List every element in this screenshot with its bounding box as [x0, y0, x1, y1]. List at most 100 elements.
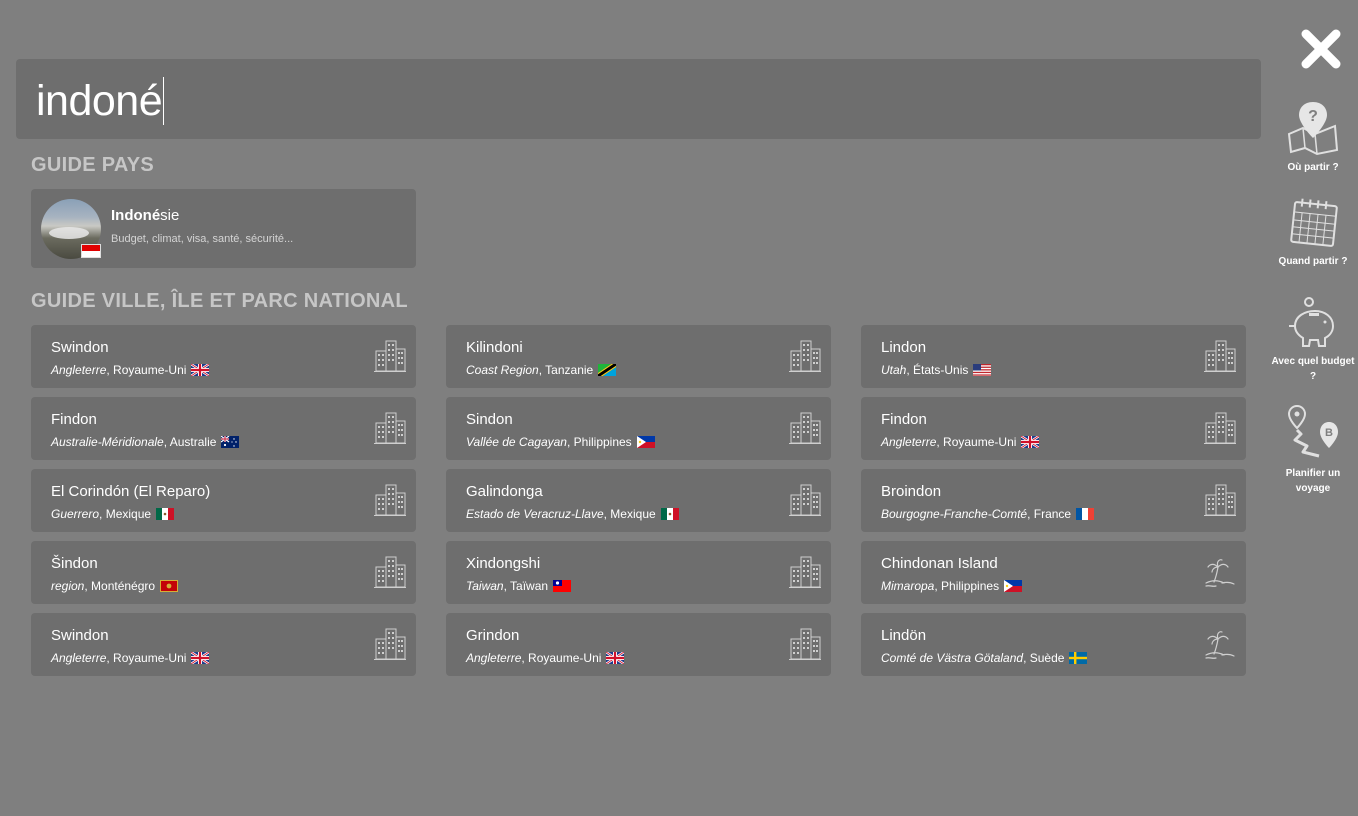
flag-uk-icon	[190, 363, 211, 377]
city-result-card[interactable]: Swindon Angleterre, Royaume-Uni	[31, 613, 416, 676]
city-location: Comté de Västra Götaland, Suède	[881, 651, 1088, 665]
city-buildings-icon	[1204, 411, 1236, 445]
city-location: Vallée de Cagayan, Philippines	[466, 435, 655, 449]
city-country: , Philippines	[934, 579, 1000, 593]
city-buildings-icon	[789, 339, 821, 373]
city-name: Swindon	[51, 339, 109, 356]
city-location: Taiwan, Taïwan	[466, 579, 572, 593]
city-country: , Royaume-Uni	[106, 363, 187, 377]
flag-taiwan-icon	[553, 580, 572, 592]
city-buildings-icon	[374, 627, 406, 661]
city-region: Taiwan	[466, 579, 504, 593]
city-location: Mimaropa, Philippines	[881, 579, 1023, 593]
sidebar-label: Quand partir ?	[1278, 256, 1348, 267]
city-buildings-icon	[789, 627, 821, 661]
city-buildings-icon	[789, 411, 821, 445]
flag-australia-icon	[221, 435, 240, 448]
sidebar-label: Avec quel budget ?	[1271, 356, 1355, 382]
city-result-card[interactable]: Findon Angleterre, Royaume-Uni	[861, 397, 1246, 460]
city-result-card[interactable]: Xindongshi Taiwan, Taïwan	[446, 541, 831, 604]
search-box[interactable]: indoné	[16, 59, 1261, 139]
flag-usa-icon	[973, 364, 992, 376]
sidebar-item-planifier[interactable]: B Planifier un voyage	[1268, 404, 1358, 496]
city-region: region	[51, 579, 85, 593]
city-result-card[interactable]: Broindon Bourgogne-Franche-Comté, France	[861, 469, 1246, 532]
city-location: Australie-Méridionale, Australie	[51, 435, 240, 449]
country-name-match: Indoné	[111, 207, 161, 224]
city-location: Angleterre, Royaume-Uni	[466, 651, 626, 665]
flag-mexico-icon	[660, 508, 679, 520]
island-palm-icon	[1204, 555, 1236, 589]
city-location: Utah, États-Unis	[881, 363, 992, 377]
sidebar-item-ou-partir[interactable]: ? Où partir ?	[1268, 100, 1358, 175]
city-result-card[interactable]: Kilindoni Coast Region, Tanzanie	[446, 325, 831, 388]
sidebar-label: Où partir ?	[1287, 162, 1339, 173]
city-region: Estado de Veracruz-Llave	[466, 507, 604, 521]
city-location: Angleterre, Royaume-Uni	[51, 651, 211, 665]
city-location: Angleterre, Royaume-Uni	[51, 363, 211, 377]
city-buildings-icon	[1204, 339, 1236, 373]
city-buildings-icon	[374, 555, 406, 589]
city-country: , Mexique	[603, 507, 656, 521]
city-region: Utah	[881, 363, 907, 377]
city-country: , Monténégro	[84, 579, 156, 593]
city-region: Comté de Västra Götaland	[881, 651, 1024, 665]
city-buildings-icon	[789, 483, 821, 517]
city-name: Swindon	[51, 627, 109, 644]
city-country: , Royaume-Uni	[521, 651, 602, 665]
city-name: Galindonga	[466, 483, 543, 500]
city-name: Lindön	[881, 627, 927, 644]
flag-uk-icon	[1020, 435, 1041, 449]
city-location: region, Monténégro	[51, 579, 179, 593]
city-buildings-icon	[789, 555, 821, 589]
city-country: , Australie	[163, 435, 217, 449]
island-palm-icon	[1204, 627, 1236, 661]
flag-uk-icon	[190, 651, 211, 665]
city-country: , Mexique	[99, 507, 152, 521]
flag-uk-icon	[605, 651, 626, 665]
city-region: Mimaropa	[881, 579, 935, 593]
country-name: Indonésie	[111, 207, 179, 224]
text-caret	[163, 77, 165, 125]
city-result-card[interactable]: Lindön Comté de Västra Götaland, Suède	[861, 613, 1246, 676]
city-region: Australie-Méridionale	[51, 435, 164, 449]
flag-sweden-icon	[1069, 652, 1088, 664]
sidebar-item-budget[interactable]: Avec quel budget ?	[1268, 296, 1358, 384]
flag-indonesia-icon	[81, 244, 101, 258]
city-result-card[interactable]: El Corindón (El Reparo) Guerrero, Mexique	[31, 469, 416, 532]
sidebar-item-quand-partir[interactable]: Quand partir ?	[1268, 198, 1358, 269]
city-country: , Philippines	[566, 435, 632, 449]
city-result-card[interactable]: Swindon Angleterre, Royaume-Uni	[31, 325, 416, 388]
city-buildings-icon	[374, 339, 406, 373]
flag-philippines-icon	[1004, 580, 1023, 592]
city-result-card[interactable]: Chindonan Island Mimaropa, Philippines	[861, 541, 1246, 604]
city-region: Angleterre	[881, 435, 937, 449]
city-result-card[interactable]: Sindon Vallée de Cagayan, Philippines	[446, 397, 831, 460]
flag-tanzania-icon	[596, 361, 618, 379]
city-country: , États-Unis	[906, 363, 969, 377]
city-buildings-icon	[1204, 483, 1236, 517]
city-location: Bourgogne-Franche-Comté, France	[881, 507, 1095, 521]
country-result-card[interactable]: Indonésie Budget, climat, visa, santé, s…	[31, 189, 416, 268]
city-result-card[interactable]: Findon Australie-Méridionale, Australie	[31, 397, 416, 460]
city-region: Bourgogne-Franche-Comté	[881, 507, 1028, 521]
city-result-card[interactable]: Grindon Angleterre, Royaume-Uni	[446, 613, 831, 676]
city-buildings-icon	[374, 411, 406, 445]
city-result-card[interactable]: Lindon Utah, États-Unis	[861, 325, 1246, 388]
city-country: , Taïwan	[503, 579, 549, 593]
route-ab-icon: B	[1287, 404, 1338, 458]
city-country: , Suède	[1023, 651, 1065, 665]
city-country: , France	[1027, 507, 1072, 521]
city-region: Angleterre	[51, 651, 107, 665]
flag-philippines-icon	[636, 436, 655, 448]
close-icon[interactable]	[1300, 28, 1342, 70]
city-region: Vallée de Cagayan	[466, 435, 567, 449]
piggy-bank-icon	[1289, 297, 1335, 347]
country-name-rest: sie	[160, 207, 180, 224]
search-input[interactable]: indoné	[36, 77, 165, 125]
section-title-country: GUIDE PAYS	[31, 154, 155, 176]
city-country: , Tanzanie	[538, 363, 594, 377]
city-result-card[interactable]: Galindonga Estado de Veracruz-Llave, Mexi…	[446, 469, 831, 532]
city-name: Xindongshi	[466, 555, 541, 572]
city-result-card[interactable]: Šindon region, Monténégro	[31, 541, 416, 604]
